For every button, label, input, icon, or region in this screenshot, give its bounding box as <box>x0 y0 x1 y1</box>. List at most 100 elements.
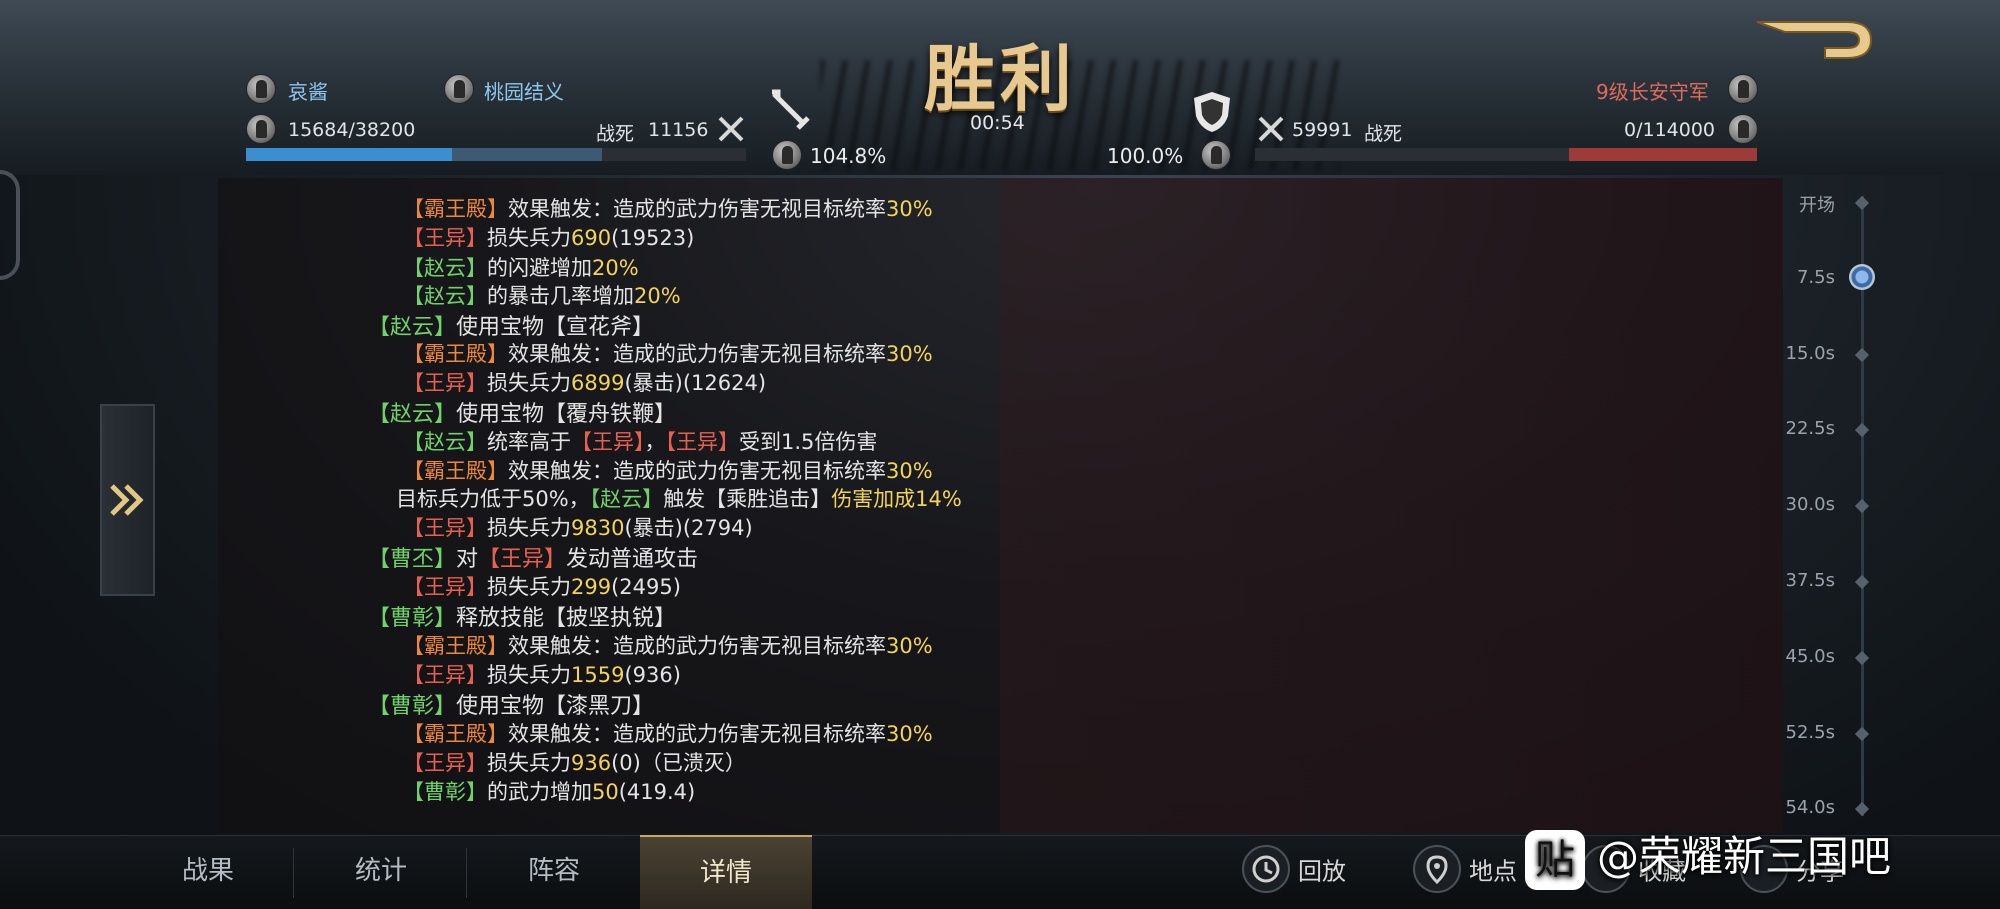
timeline-label[interactable]: 52.5s <box>1775 722 1835 743</box>
left-troops-bar <box>246 148 746 161</box>
tab-lineup[interactable]: 阵容 <box>468 835 640 909</box>
double-chevron-right-icon <box>110 484 144 516</box>
log-text: 【王异】 <box>403 575 487 599</box>
timeline-label[interactable]: 37.5s <box>1775 570 1835 591</box>
log-text: 【霸王殿】 <box>403 197 508 221</box>
timeline-label[interactable]: 7.5s <box>1775 267 1835 288</box>
log-text: (419.4) <box>618 780 696 804</box>
log-text: 【王异】 <box>403 371 487 395</box>
log-text: 使用宝物【宣花斧】 <box>456 315 655 340</box>
left-alliance-name[interactable]: 桃园结义 <box>484 76 564 105</box>
log-entry: 【王异】损失兵力6899(暴击)(12624) <box>403 367 766 397</box>
watermark: 贴 @荣耀新三国吧 <box>1525 823 1891 893</box>
right-defense-percent: 100.0% <box>1107 144 1184 168</box>
timeline-current-marker[interactable] <box>1849 264 1875 290</box>
log-text: 【王异】 <box>403 516 487 540</box>
location-label: 地点 <box>1469 857 1517 886</box>
log-text: 1559 <box>571 663 625 687</box>
timeline-marker[interactable] <box>1854 650 1870 665</box>
log-text: 效果触发：造成的武力伤害无视目标统率 <box>508 197 886 221</box>
log-entry: 【霸王殿】效果触发：造成的武力伤害无视目标统率30% <box>403 193 933 223</box>
log-entry: 【王异】损失兵力936(0)（已溃灭） <box>403 747 746 777</box>
log-text: 30% <box>886 342 933 366</box>
right-dead-label: 战死 <box>1364 123 1403 145</box>
timeline-label[interactable]: 30.0s <box>1775 494 1835 515</box>
timeline-label[interactable]: 15.0s <box>1775 343 1835 364</box>
log-text: 20% <box>634 284 681 308</box>
timeline-marker[interactable] <box>1854 195 1870 211</box>
tab-details[interactable]: 详情 <box>640 835 812 909</box>
log-entry: 【赵云】的暴击几率增加20% <box>403 280 681 310</box>
log-text: 【赵云】 <box>403 284 487 308</box>
log-text: 【赵云】 <box>368 315 457 340</box>
left-dead-value: 11156 <box>648 119 709 141</box>
timeline-marker[interactable] <box>1854 802 1870 817</box>
log-text: 的暴击几率增加 <box>487 284 634 308</box>
log-entry: 【曹彰】的武力增加50(419.4) <box>403 776 695 806</box>
player-avatar-icon <box>246 74 276 104</box>
timeline-marker[interactable] <box>1854 499 1870 514</box>
log-text: 【王异】 <box>403 663 487 687</box>
left-attack-percent: 104.8% <box>810 144 887 168</box>
log-text: 效果触发：造成的武力伤害无视目标统率 <box>508 634 886 658</box>
tab-divider <box>466 848 467 898</box>
watermark-text: @荣耀新三国吧 <box>1597 832 1892 881</box>
log-entry: 【赵云】的闪避增加20% <box>403 252 639 282</box>
log-text: 【曹彰】 <box>368 606 457 631</box>
shield-icon <box>1194 92 1230 132</box>
back-arrow-icon[interactable] <box>1755 18 1875 63</box>
battle-timer: 00:54 <box>970 112 1025 134</box>
log-text: 【曹丕】 <box>368 547 457 572</box>
log-text: 的闪避增加 <box>487 256 592 280</box>
sword-icon <box>772 89 810 130</box>
tab-result[interactable]: 战果 <box>122 835 294 909</box>
right-troops-bar <box>1255 148 1757 161</box>
log-entry: 【曹丕】对【王异】发动普通攻击 <box>368 541 698 573</box>
log-entry: 【霸王殿】效果触发：造成的武力伤害无视目标统率30% <box>403 455 933 485</box>
log-text: 目标兵力低于50%， <box>396 487 590 511</box>
log-text: 使用宝物【漆黑刀】 <box>456 694 655 719</box>
log-text: 损失兵力 <box>487 516 571 540</box>
location-pin-icon <box>1413 845 1461 893</box>
log-entry: 【曹彰】使用宝物【漆黑刀】 <box>368 688 654 720</box>
log-text: 30% <box>886 197 933 221</box>
timeline-label[interactable]: 54.0s <box>1775 797 1835 818</box>
log-text: 【赵云】 <box>589 487 664 511</box>
timeline-marker[interactable] <box>1854 574 1870 590</box>
log-text: 50 <box>592 780 619 804</box>
log-text: 【赵云】 <box>403 256 487 280</box>
log-text: 伤害加成14% <box>831 487 962 511</box>
log-text: 【赵云】 <box>368 402 457 427</box>
left-troops: 15684/38200 <box>288 119 416 141</box>
alliance-icon <box>444 74 474 104</box>
log-text: 损失兵力 <box>487 226 571 250</box>
log-text: 936 <box>571 751 612 775</box>
right-dead-value: 59991 <box>1292 119 1353 141</box>
log-text: 的武力增加 <box>487 780 592 804</box>
log-text: (2495) <box>611 575 681 599</box>
log-entry: 【霸王殿】效果触发：造成的武力伤害无视目标统率30% <box>403 338 933 368</box>
log-text: 【赵云】 <box>403 430 487 454</box>
log-text: 【王异】 <box>571 430 645 454</box>
log-entry: 目标兵力低于50%，【赵云】触发【乘胜追击】伤害加成14% <box>396 483 962 513</box>
log-text: 损失兵力 <box>487 575 571 599</box>
left-player-name[interactable]: 哀酱 <box>288 76 328 105</box>
right-player-name[interactable]: 9级长安守军 <box>1596 76 1709 105</box>
timeline-marker[interactable] <box>1854 423 1870 438</box>
tab-statistics[interactable]: 统计 <box>295 835 467 909</box>
log-text: (936) <box>624 663 681 687</box>
timeline-label[interactable]: 45.0s <box>1775 646 1835 667</box>
log-text: 30% <box>886 722 933 746</box>
replay-button[interactable]: 回放 <box>1242 845 1346 900</box>
log-text: 效果触发：造成的武力伤害无视目标统率 <box>508 342 886 366</box>
battle-log[interactable]: 【霸王殿】效果触发：造成的武力伤害无视目标统率30% 【王异】损失兵力690(19… <box>218 178 1008 833</box>
timeline-label[interactable]: 开场 <box>1775 191 1835 217</box>
log-entry: 【王异】损失兵力1559(936) <box>403 659 681 689</box>
timeline-marker[interactable] <box>1854 347 1870 362</box>
timeline-label[interactable]: 22.5s <box>1775 418 1835 439</box>
location-button[interactable]: 地点 <box>1413 845 1517 900</box>
log-entry: 【王异】损失兵力690(19523) <box>403 222 694 252</box>
expand-side-panel-button[interactable] <box>100 404 155 596</box>
log-text: 损失兵力 <box>487 663 571 687</box>
timeline-marker[interactable] <box>1854 726 1870 741</box>
